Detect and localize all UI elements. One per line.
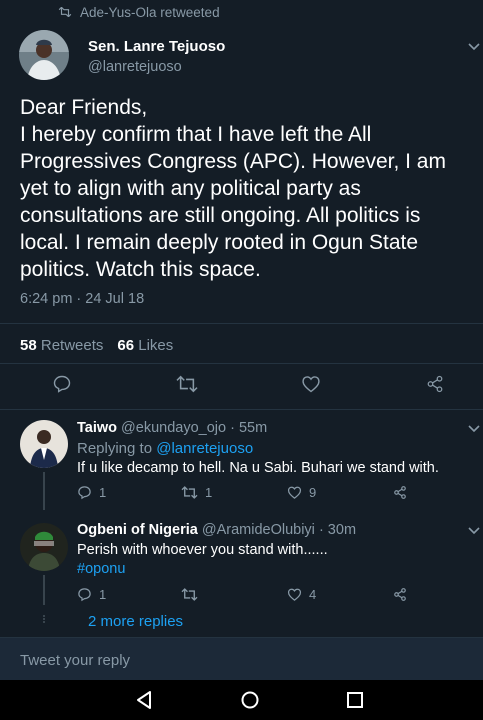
divider	[0, 409, 483, 410]
share-icon	[394, 588, 406, 601]
author-name[interactable]: Sen. Lanre Tejuoso	[88, 38, 225, 55]
reply-retweet-action[interactable]	[181, 587, 205, 602]
reply-like-action[interactable]: 9	[287, 485, 316, 500]
reply-text: If u like decamp to hell. Na u Sabi. Buh…	[77, 460, 439, 476]
likes-stat[interactable]: 66 Likes	[117, 337, 173, 354]
chevron-down-icon[interactable]	[468, 527, 480, 535]
like-icon	[287, 486, 302, 499]
reply-action-bar: 1 4	[77, 587, 417, 605]
likes-label: Likes	[138, 337, 174, 354]
reply-reply-action[interactable]: 1	[77, 587, 106, 602]
like-icon	[287, 588, 302, 601]
reply-avatar[interactable]	[20, 420, 68, 468]
reply-retweet-action[interactable]: 1	[181, 485, 212, 500]
replying-to-handle[interactable]: @lanretejuoso	[156, 440, 253, 457]
retweet-icon	[181, 486, 198, 499]
reply-time: · 30m	[318, 522, 357, 538]
reply-icon[interactable]	[52, 374, 72, 394]
reply-icon	[78, 486, 91, 500]
author-avatar[interactable]	[19, 30, 69, 80]
reply-time: · 55m	[230, 420, 268, 436]
more-replies-link[interactable]: 2 more replies	[88, 613, 183, 630]
reply-header: Taiwo @ekundayo_ojo · 55m	[77, 420, 267, 436]
reply-header: Ogbeni of Nigeria @AramideOlubiyi · 30m	[77, 522, 356, 538]
reply-count: 1	[99, 485, 107, 500]
tweet-stats: 58 Retweets 66 Likes	[20, 337, 173, 354]
reply-share-action[interactable]	[393, 485, 407, 500]
reply-avatar[interactable]	[20, 523, 68, 571]
reply-icon	[78, 588, 91, 602]
divider	[0, 323, 483, 324]
retweet-icon[interactable]	[176, 374, 198, 394]
chevron-down-icon[interactable]	[468, 425, 480, 433]
reply-author-handle[interactable]: @ekundayo_ojo	[121, 420, 226, 436]
share-icon[interactable]	[426, 374, 444, 394]
replying-to: Replying to @lanretejuoso	[77, 440, 253, 457]
hashtag-link[interactable]: #oponu	[77, 561, 125, 577]
like-icon[interactable]	[301, 374, 321, 394]
share-icon	[394, 486, 406, 499]
thread-line-dotted	[43, 615, 45, 623]
retweet-context: Ade-Yus-Ola retweeted	[58, 3, 220, 21]
like-count: 9	[309, 485, 317, 500]
thread-line	[43, 575, 45, 605]
reply-count: 1	[99, 587, 107, 602]
retweets-count: 58	[20, 337, 37, 354]
reply-action-bar: 1 1 9	[77, 485, 417, 503]
reply-text: Perish with whoever you stand with......	[77, 542, 328, 558]
tweet-timestamp: 6:24 pm · 24 Jul 18	[20, 291, 145, 307]
back-icon[interactable]	[135, 690, 153, 710]
reply-author-handle[interactable]: @AramideOlubiyi	[202, 522, 315, 538]
tweet-text: Dear Friends, I hereby confirm that I ha…	[20, 96, 446, 281]
retweet-count: 1	[205, 485, 213, 500]
like-count: 4	[309, 587, 317, 602]
tweet-action-bar	[0, 374, 483, 398]
thread-line	[43, 472, 45, 510]
reply-share-action[interactable]	[393, 587, 407, 602]
reply-reply-action[interactable]: 1	[77, 485, 106, 500]
system-nav-bar	[0, 680, 483, 720]
likes-count: 66	[117, 337, 135, 354]
reply-like-action[interactable]: 4	[287, 587, 316, 602]
reply-author-name[interactable]: Taiwo	[77, 420, 117, 436]
reply-composer	[0, 637, 483, 680]
retweet-icon	[58, 7, 72, 17]
recents-icon[interactable]	[346, 690, 364, 710]
retweet-context-text: Ade-Yus-Ola retweeted	[80, 4, 220, 20]
divider	[0, 363, 483, 364]
reply-input[interactable]	[20, 650, 460, 670]
home-icon[interactable]	[240, 690, 260, 710]
retweets-label: Retweets	[40, 337, 104, 354]
reply-author-name[interactable]: Ogbeni of Nigeria	[77, 522, 198, 538]
retweets-stat[interactable]: 58 Retweets	[20, 337, 103, 354]
chevron-down-icon[interactable]	[468, 43, 480, 51]
replying-to-label: Replying to	[77, 440, 153, 457]
author-handle[interactable]: @lanretejuoso	[88, 59, 182, 75]
retweet-icon	[181, 588, 198, 601]
